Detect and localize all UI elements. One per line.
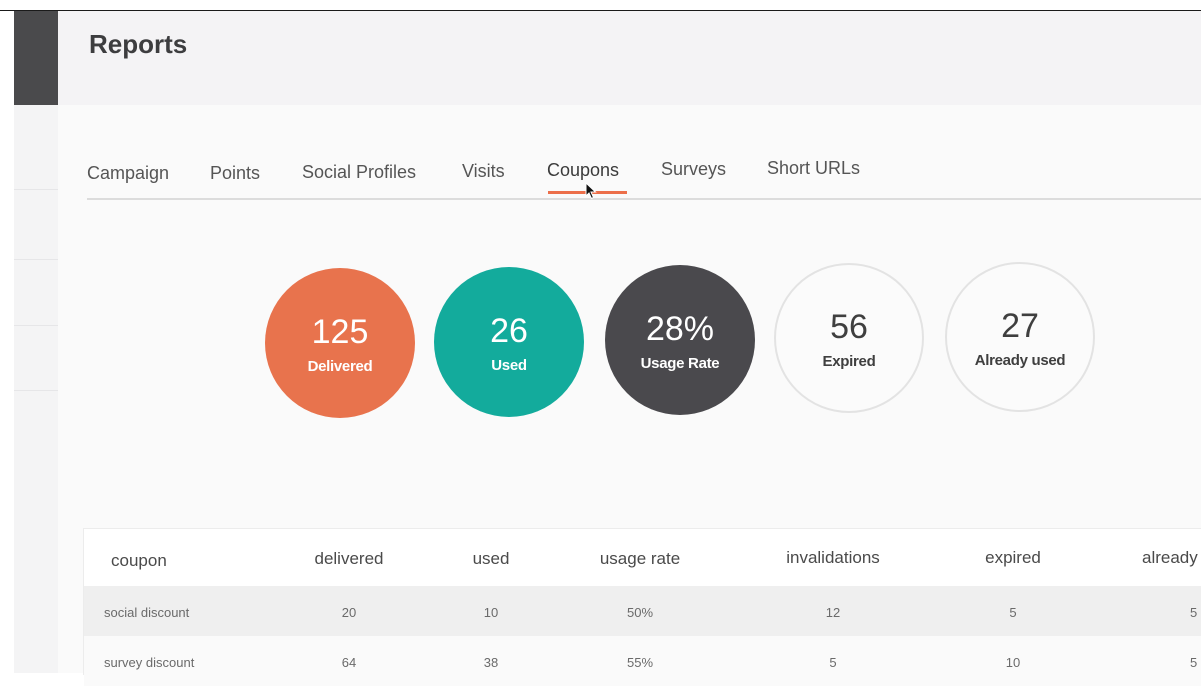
stat-delivered-value: 125 <box>311 312 369 351</box>
cell-invalidations: 5 <box>829 655 837 670</box>
tab-points[interactable]: Points <box>210 163 260 184</box>
cell-already-used: 5 <box>1190 605 1198 620</box>
stat-delivered-label: Delivered <box>307 357 373 375</box>
stat-used-value: 26 <box>490 311 528 350</box>
column-header-used[interactable]: used <box>473 549 510 569</box>
tab-social-profiles[interactable]: Social Profiles <box>302 162 416 183</box>
stat-already-used-value: 27 <box>1001 306 1039 345</box>
tabs-divider <box>87 198 1201 200</box>
stat-expired-value: 56 <box>830 307 868 346</box>
cell-expired: 10 <box>1005 655 1021 670</box>
sidebar-logo-area <box>14 11 58 105</box>
page-title: Reports <box>89 29 188 59</box>
main-content: Campaign Points Social Profiles Visits C… <box>58 105 1201 686</box>
window-edge <box>0 11 14 673</box>
stat-usage-rate: 28% Usage Rate <box>605 265 755 415</box>
column-header-already-used[interactable]: already <box>1142 548 1198 568</box>
report-tabs: Campaign Points Social Profiles Visits C… <box>87 157 1201 197</box>
cell-delivered: 20 <box>341 605 357 620</box>
top-border <box>0 0 1201 11</box>
stat-expired: 56 Expired <box>774 263 924 413</box>
table-row[interactable]: survey discount 64 38 55% 5 10 5 <box>84 636 1201 686</box>
sidebar-divider <box>14 390 58 391</box>
stat-expired-label: Expired <box>822 352 876 370</box>
cell-used: 10 <box>483 605 499 620</box>
cell-invalidations: 12 <box>825 605 841 620</box>
column-header-coupon[interactable]: coupon <box>111 551 167 571</box>
table-row[interactable]: social discount 20 10 50% 12 5 5 <box>84 586 1201 636</box>
cell-coupon: survey discount <box>104 655 195 670</box>
cell-expired: 5 <box>1009 605 1017 620</box>
sidebar-divider <box>14 189 58 190</box>
tab-surveys[interactable]: Surveys <box>661 159 726 180</box>
cell-delivered: 64 <box>341 655 357 670</box>
stat-used-label: Used <box>491 356 527 374</box>
coupons-table: coupon delivered used usage rate invalid… <box>83 528 1201 686</box>
stat-usage-rate-label: Usage Rate <box>640 354 720 372</box>
tab-campaign[interactable]: Campaign <box>87 163 169 184</box>
page-header: Reports <box>58 11 1201 105</box>
mouse-cursor-icon <box>585 182 597 200</box>
cell-already-used: 5 <box>1190 655 1198 670</box>
cell-coupon: social discount <box>104 605 190 620</box>
stat-used: 26 Used <box>434 267 584 417</box>
stat-delivered: 125 Delivered <box>265 268 415 418</box>
sidebar <box>14 105 58 673</box>
stat-already-used-label: Already used <box>974 351 1066 369</box>
sidebar-divider <box>14 325 58 326</box>
cell-usage-rate: 50% <box>626 605 654 620</box>
tab-visits[interactable]: Visits <box>462 161 505 182</box>
column-header-usage-rate[interactable]: usage rate <box>600 549 680 569</box>
column-header-invalidations[interactable]: invalidations <box>786 548 880 568</box>
tab-short-urls[interactable]: Short URLs <box>767 158 860 179</box>
column-header-expired[interactable]: expired <box>985 548 1041 568</box>
tab-coupons[interactable]: Coupons <box>547 160 619 181</box>
sidebar-divider <box>14 259 58 260</box>
stat-already-used: 27 Already used <box>945 262 1095 412</box>
cell-usage-rate: 55% <box>626 655 654 670</box>
stat-usage-rate-value: 28% <box>645 309 715 348</box>
column-header-delivered[interactable]: delivered <box>315 549 384 569</box>
cell-used: 38 <box>483 655 499 670</box>
